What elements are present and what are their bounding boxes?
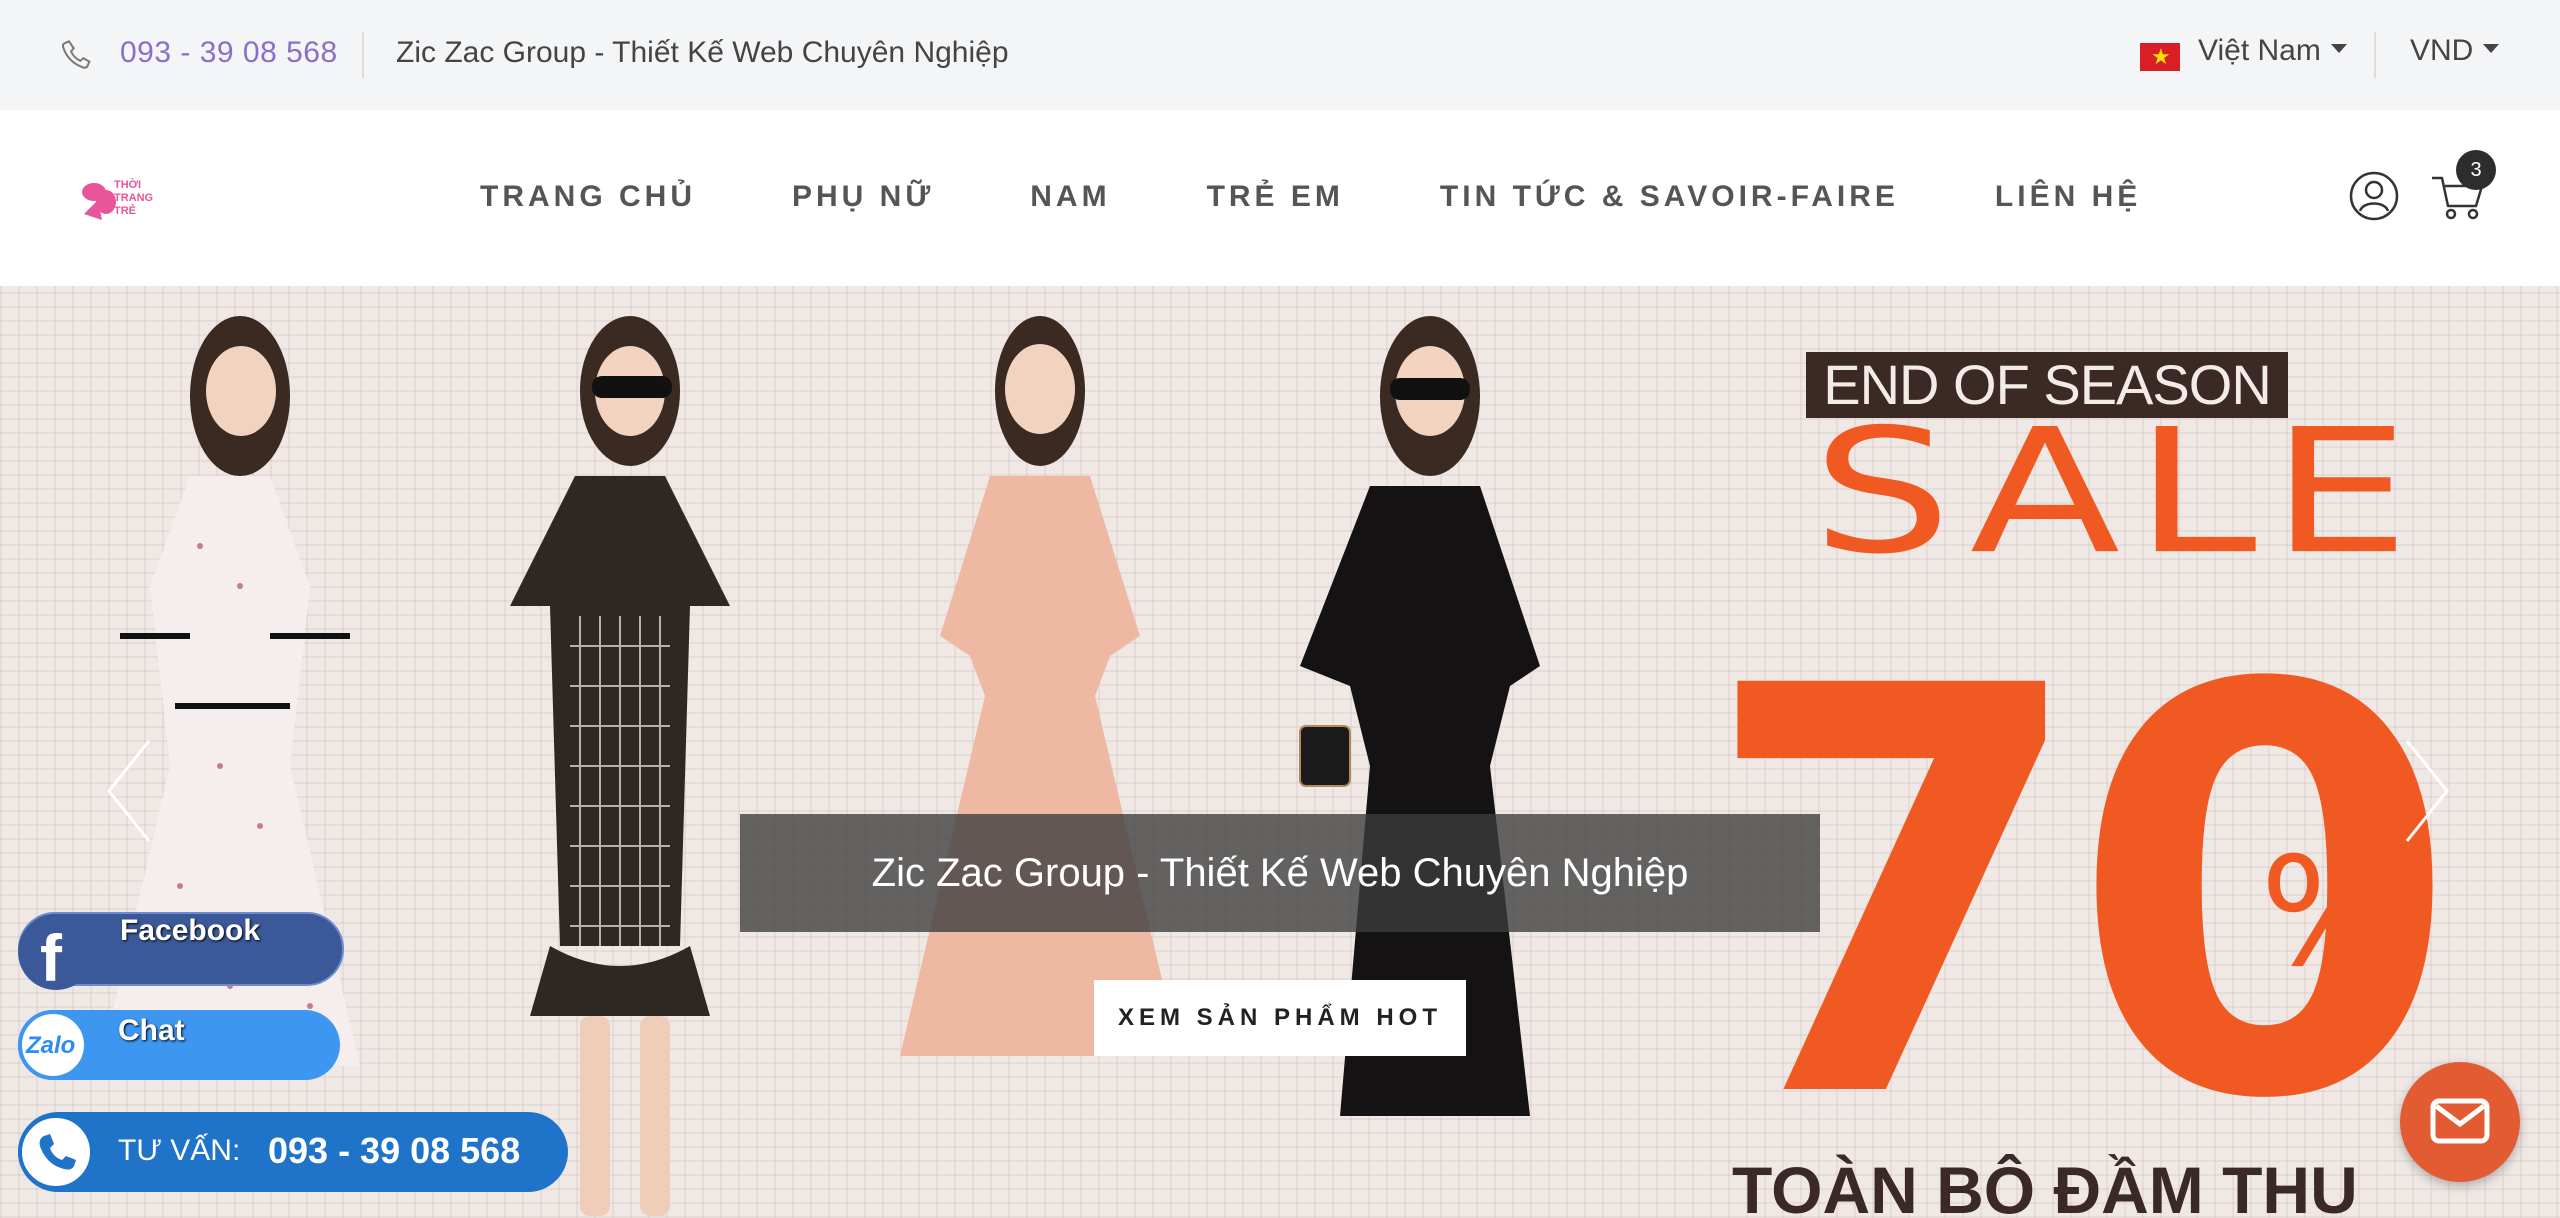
nav-contact[interactable]: LIÊN HỆ [1995,180,2141,214]
facebook-icon: f [18,914,94,995]
zalo-icon: Zalo [18,1010,88,1080]
hero-model-4 [1260,316,1590,1216]
phone-icon [18,1114,94,1190]
cart-count-badge: 3 [2456,150,2496,190]
call-label: TƯ VẤN: [118,1134,241,1167]
currency-selector[interactable]: VND [2410,34,2500,68]
site-logo[interactable]: THỜI TRANG TRẺ [78,170,178,226]
top-company-name: Zic Zac Group - Thiết Kế Web Chuyên Nghi… [396,36,1009,69]
svg-text:TRANG: TRANG [114,192,153,204]
language-selector[interactable]: Việt Nam [2198,34,2347,68]
zalo-label: Chat [118,1014,185,1047]
vietnam-flag-icon[interactable]: ★ [2140,43,2180,71]
banner-bottom-text: TOÀN BỘ ĐẦM THU [1732,1153,2358,1218]
zalo-chat-button[interactable]: Zalo Chat [18,1010,340,1080]
hero-model-2 [480,316,760,1216]
svg-text:TRẺ: TRẺ [114,204,136,217]
call-number: 093 - 39 08 568 [268,1130,521,1171]
main-header: THỜI TRANG TRẺ TRANG CHỦ PHỤ NỮ NAM TRẺ … [0,110,2560,286]
slide-caption: Zic Zac Group - Thiết Kế Web Chuyên Nghi… [740,814,1820,932]
nav-home[interactable]: TRANG CHỦ [480,180,696,214]
divider [2374,32,2376,78]
svg-text:THỜI: THỜI [114,178,141,191]
nav-news[interactable]: TIN TỨC & SAVOIR-FAIRE [1440,180,1899,214]
view-hot-products-button[interactable]: XEM SẢN PHẨM HOT [1094,980,1466,1056]
chevron-left-icon[interactable] [104,736,154,846]
language-label: Việt Nam [2198,34,2321,67]
chevron-down-icon [2483,43,2500,53]
nav-men[interactable]: NAM [1030,180,1110,214]
facebook-contact-button[interactable]: f Facebook [18,912,344,995]
top-bar: 093 - 39 08 568 Zic Zac Group - Thiết Kế… [0,0,2560,110]
hero-slider: END OF SEASON SALE 70 % TOÀN BỘ ĐẦM THU … [0,286,2560,1218]
phone-icon[interactable] [58,36,98,76]
currency-label: VND [2410,34,2474,67]
chevron-down-icon [2330,43,2347,53]
nav-women[interactable]: PHỤ NỮ [792,180,934,214]
mail-icon [2430,1098,2490,1144]
mail-button[interactable] [2400,1062,2520,1182]
chevron-right-icon[interactable] [2402,736,2452,846]
top-phone-number[interactable]: 093 - 39 08 568 [120,36,338,70]
hero-model-3 [880,316,1200,1216]
call-consult-button[interactable]: TƯ VẤN: 093 - 39 08 568 [18,1112,568,1192]
divider [362,32,364,78]
nav-kids[interactable]: TRẺ EM [1207,180,1344,214]
user-icon[interactable] [2348,170,2400,222]
banner-percent-sign: % [2260,826,2403,1000]
banner-sale: SALE [1812,391,2424,592]
facebook-label: Facebook [120,914,261,947]
main-nav: TRANG CHỦ PHỤ NỮ NAM TRẺ EM TIN TỨC & SA… [480,180,2237,214]
